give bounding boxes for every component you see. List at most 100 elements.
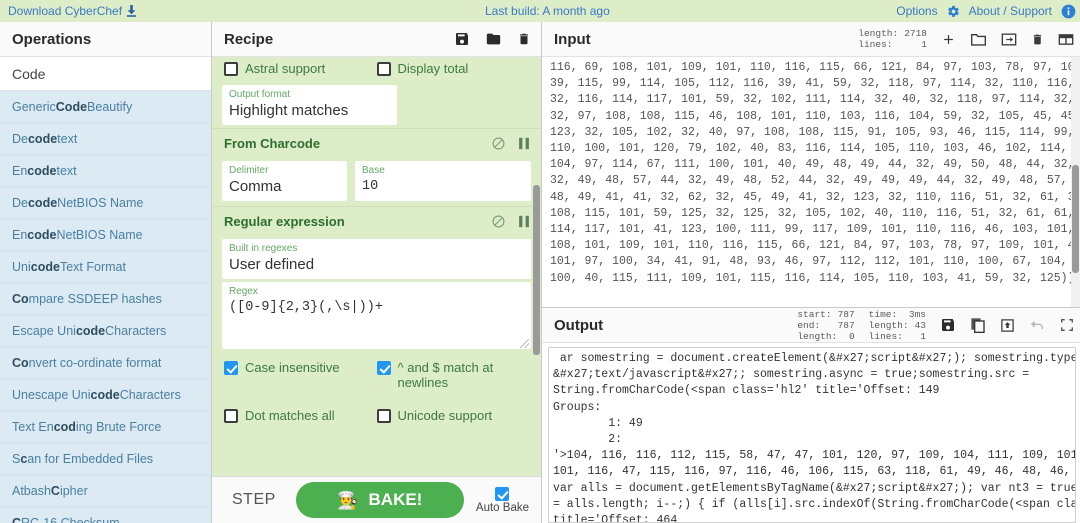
about-support-link[interactable]: About / Support xyxy=(969,4,1052,18)
replace-input-icon[interactable] xyxy=(1000,318,1015,333)
clear-input-icon[interactable] xyxy=(1031,32,1044,47)
operation-list-item[interactable]: En code NetBIOS Name xyxy=(0,219,211,251)
input-body[interactable]: 116, 69, 108, 101, 109, 101, 110, 116, 1… xyxy=(542,57,1080,308)
add-input-tab-icon[interactable] xyxy=(941,32,956,47)
delimiter-field[interactable]: Delimiter Comma xyxy=(222,161,347,201)
reset-pane-layout-icon[interactable] xyxy=(1058,32,1074,47)
display-total-label: Display total xyxy=(397,61,469,76)
gear-icon[interactable] xyxy=(947,5,960,18)
output-textarea[interactable]: ar somestring = document.createElement(&… xyxy=(549,348,1075,522)
case-insensitive-checkbox[interactable]: Case insensitive xyxy=(224,360,377,390)
output-format-label: Output format xyxy=(229,89,291,100)
regex-flags-row-1: Case insensitive ^ and $ match at newlin… xyxy=(222,352,531,396)
save-output-icon[interactable] xyxy=(940,317,956,333)
recipe-op-regular-expression: Regular expression Built in regexes User… xyxy=(212,207,541,429)
regular-expression-header: Regular expression xyxy=(222,207,531,236)
clear-recipe-icon[interactable] xyxy=(517,31,531,47)
recipe-operations-list[interactable]: Astral support Display total Output form… xyxy=(212,57,541,476)
regular-expression-actions xyxy=(492,215,529,228)
disable-icon[interactable] xyxy=(492,137,505,150)
regex-field[interactable]: Regex ([0-9]{2,3}(,\s|))+ xyxy=(222,282,531,349)
operation-list-item[interactable]: C RC-16 Checksum xyxy=(0,507,211,523)
operation-list-item[interactable]: Uni code Text Format xyxy=(0,251,211,283)
builtin-regexes-label: Built in regexes xyxy=(229,243,298,254)
delimiter-value: Comma xyxy=(229,178,282,195)
recipe-pane: Recipe Astral support Display total Outp… xyxy=(212,22,542,523)
operation-list-item[interactable]: Sc an for Embedded Files xyxy=(0,443,211,475)
maximise-output-icon[interactable] xyxy=(1060,318,1074,332)
auto-bake-checkbox[interactable] xyxy=(495,487,510,501)
resize-grip-icon[interactable] xyxy=(520,339,529,348)
chef-icon: 👨‍🍳 xyxy=(337,490,359,510)
checkbox-box[interactable] xyxy=(376,361,391,375)
operations-list[interactable]: Generic Code Beautify De code text En code t… xyxy=(0,91,211,523)
operation-list-item[interactable]: De code NetBIOS Name xyxy=(0,187,211,219)
output-header: Output start: 787 end: 787 length: 0 time: 3ms… xyxy=(542,308,1080,343)
input-textarea[interactable]: 116, 69, 108, 101, 109, 101, 110, 116, 1… xyxy=(542,57,1080,307)
disable-icon[interactable] xyxy=(492,215,505,228)
builtin-regexes-field[interactable]: Built in regexes User defined xyxy=(222,239,531,279)
cyberchef-app: Download CyberChef Last build: A month a… xyxy=(0,0,1080,523)
output-format-field[interactable]: Output format Highlight matches xyxy=(222,85,397,125)
checkbox-box[interactable] xyxy=(224,62,238,76)
from-charcode-title: From Charcode xyxy=(224,136,321,151)
operation-list-item[interactable]: Co nvert co-ordinate format xyxy=(0,347,211,379)
load-recipe-icon[interactable] xyxy=(485,31,502,47)
input-scrollbar[interactable] xyxy=(1071,57,1080,307)
operation-list-item[interactable]: Generic Code Beautify xyxy=(0,91,211,123)
recipe-controls: STEP 👨‍🍳 BAKE! Auto Bake xyxy=(212,476,541,523)
open-folder-into-icon[interactable] xyxy=(1001,32,1017,47)
astral-support-label: Astral support xyxy=(245,61,326,76)
save-recipe-icon[interactable] xyxy=(454,31,470,47)
operation-list-item[interactable]: Escape Uni code Characters xyxy=(0,315,211,347)
undo-bake-icon[interactable] xyxy=(1029,318,1046,332)
bake-button[interactable]: 👨‍🍳 BAKE! xyxy=(295,482,464,518)
download-cyberchef-link[interactable]: Download CyberChef xyxy=(8,4,137,18)
recipe-title: Recipe xyxy=(224,30,274,48)
checkbox-box[interactable] xyxy=(224,409,238,423)
base-field[interactable]: Base 10 xyxy=(355,161,531,201)
top-banner: Download CyberChef Last build: A month a… xyxy=(0,0,1080,22)
input-header: Input length: 2718 lines: 1 xyxy=(542,22,1080,57)
input-title: Input xyxy=(554,30,591,48)
checkbox-box[interactable] xyxy=(376,62,391,76)
unicode-support-checkbox[interactable]: Unicode support xyxy=(376,408,530,423)
auto-bake-control[interactable]: Auto Bake xyxy=(476,486,529,514)
info-icon[interactable] xyxy=(1061,4,1076,19)
search-input[interactable]: Code xyxy=(0,57,211,91)
operations-title: Operations xyxy=(0,22,211,57)
operation-list-item[interactable]: Unescape Uni code Characters xyxy=(0,379,211,411)
options-link[interactable]: Options xyxy=(896,4,937,18)
recipe-op-from-charcode: From Charcode Delimiter Comma Base 10 xyxy=(212,129,541,204)
astral-support-checkbox[interactable]: Astral support xyxy=(224,61,377,76)
operation-list-item[interactable]: Co mpare SSDEEP hashes xyxy=(0,283,211,315)
operation-list-item[interactable]: Text En cod ing Brute Force xyxy=(0,411,211,443)
breakpoint-icon[interactable] xyxy=(519,215,529,228)
operation-list-item[interactable]: En code text xyxy=(0,155,211,187)
multiline-checkbox[interactable]: ^ and $ match at newlines xyxy=(376,360,530,390)
dot-matches-all-checkbox[interactable]: Dot matches all xyxy=(224,408,377,423)
display-total-checkbox[interactable]: Display total xyxy=(376,61,530,76)
output-body[interactable]: ar somestring = document.createElement(&… xyxy=(548,347,1076,523)
step-button[interactable]: STEP xyxy=(224,491,284,509)
checkbox-box[interactable] xyxy=(376,409,391,423)
breakpoint-icon[interactable] xyxy=(519,137,529,150)
multiline-label: ^ and $ match at newlines xyxy=(397,360,494,390)
download-icon[interactable] xyxy=(126,5,137,17)
recipe-op-partial: Astral support Display total Output form… xyxy=(212,57,541,125)
regex-flags-row-2: Dot matches all Unicode support xyxy=(222,396,531,429)
open-folder-icon[interactable] xyxy=(970,32,987,47)
case-insensitive-label: Case insensitive xyxy=(245,360,340,375)
download-cyberchef-label: Download CyberChef xyxy=(8,4,123,18)
output-actions xyxy=(940,317,1074,333)
bake-label: BAKE! xyxy=(368,490,423,509)
base-label: Base xyxy=(362,165,385,176)
regular-expression-title: Regular expression xyxy=(224,214,345,229)
auto-bake-label: Auto Bake xyxy=(475,502,529,514)
recipe-scrollbar[interactable] xyxy=(532,57,541,476)
copy-output-icon[interactable] xyxy=(970,317,986,333)
output-format-value: Highlight matches xyxy=(229,102,349,119)
checkbox-box[interactable] xyxy=(224,361,238,375)
operation-list-item[interactable]: De code text xyxy=(0,123,211,155)
operation-list-item[interactable]: Atbash Cipher xyxy=(0,475,211,507)
